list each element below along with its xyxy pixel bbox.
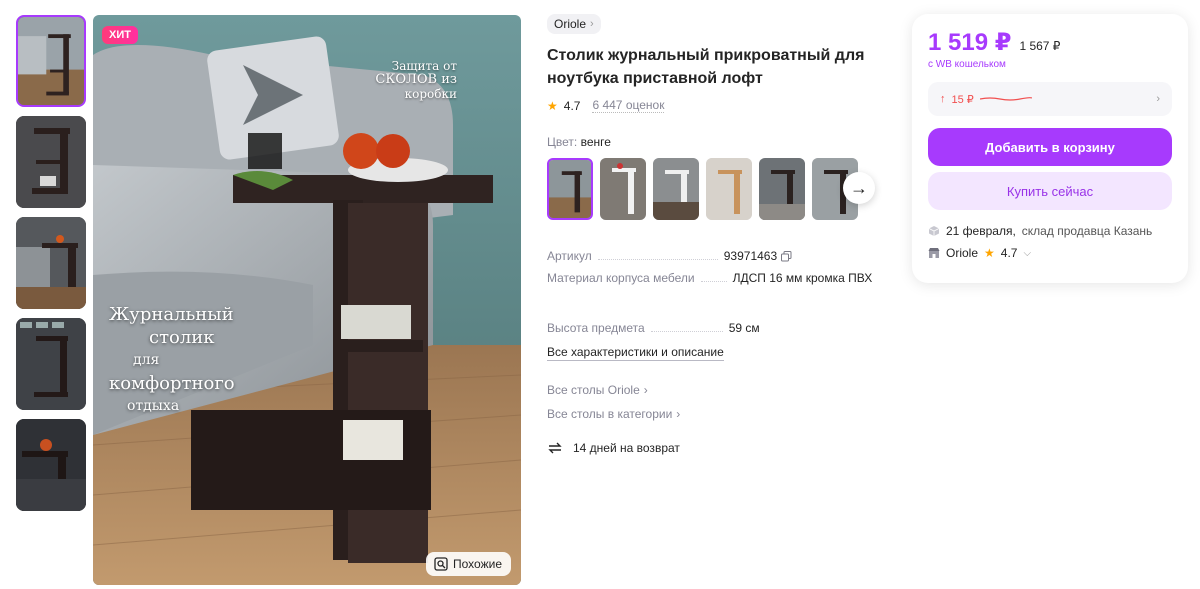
swatch-5[interactable] <box>759 158 805 220</box>
caption-line: столик <box>149 327 215 348</box>
delivery-info: 21 февраля, склад продавца Казань <box>928 224 1172 238</box>
spec-value: 93971463 <box>724 249 792 263</box>
thumbnail-list <box>16 15 87 520</box>
arrow-right-icon: → <box>850 177 868 198</box>
spec-key: Артикул <box>547 249 592 263</box>
caption-line: коробки <box>404 87 457 101</box>
similar-label: Похожие <box>453 557 502 571</box>
main-product-photo[interactable]: ХИТ Защита от СКОЛОВ из коробки Журнальн… <box>93 15 521 585</box>
all-brand-tables-link[interactable]: Все столы Oriole › <box>547 383 887 397</box>
thumbnail-1[interactable] <box>16 15 86 107</box>
rating-row: ★ 4.7 6 447 оценок <box>547 98 887 113</box>
spec-row: Материал корпуса мебели ЛДСП 16 мм кромк… <box>547 263 887 285</box>
brand-link[interactable]: Oriole › <box>547 14 601 34</box>
arrow-up-icon: ↑ <box>940 93 946 105</box>
product-title: Столик журнальный прикроватный для ноутб… <box>547 47 865 87</box>
price-row: 1 519 ₽ 1 567 ₽ <box>928 28 1172 57</box>
all-category-tables-link[interactable]: Все столы в категории › <box>547 407 887 421</box>
hit-badge: ХИТ <box>102 26 138 44</box>
color-value: венге <box>580 135 611 149</box>
all-characteristics-link[interactable]: Все характеристики и описание <box>547 345 724 361</box>
spec-leader <box>700 281 727 282</box>
all-category-tables-label: Все столы в категории <box>547 407 673 421</box>
swatch-4[interactable] <box>706 158 752 220</box>
current-price: 1 519 ₽ <box>928 29 1012 56</box>
specs-list: Артикул 93971463 Материал корпуса мебели… <box>547 241 887 335</box>
seller-rating: 4.7 <box>1000 246 1018 260</box>
buy-now-button[interactable]: Купить сейчас <box>928 172 1172 210</box>
copy-icon[interactable] <box>781 250 792 262</box>
price-change: 15 ₽ <box>951 93 974 106</box>
return-label: 14 дней на возврат <box>573 441 680 455</box>
thumbnail-4[interactable] <box>16 318 86 410</box>
add-to-cart-button[interactable]: Добавить в корзину <box>928 128 1172 166</box>
reviews-link[interactable]: 6 447 оценок <box>592 98 665 113</box>
swatch-2[interactable] <box>600 158 646 220</box>
spec-leader <box>597 259 718 260</box>
spec-row: Артикул 93971463 <box>547 241 887 263</box>
chevron-right-icon: › <box>676 407 681 421</box>
return-policy: 14 дней на возврат <box>547 441 887 455</box>
thumbnail-3[interactable] <box>16 217 86 309</box>
store-icon <box>928 248 940 258</box>
spec-key: Материал корпуса мебели <box>547 271 695 285</box>
color-swatches: → <box>547 158 887 220</box>
caption-line: для <box>133 352 160 368</box>
chevron-right-icon: › <box>643 383 648 397</box>
caption-line: СКОЛОВ из <box>375 72 457 87</box>
star-icon: ★ <box>984 246 995 260</box>
chevron-right-icon: › <box>1156 93 1160 105</box>
seller-info[interactable]: Oriole ★ 4.7 ⌵ <box>928 246 1172 260</box>
caption-line: Защита от <box>391 59 457 73</box>
swatches-next-button[interactable]: → <box>843 172 875 204</box>
delivery-warehouse: склад продавца Казань <box>1021 224 1153 238</box>
article-number: 93971463 <box>723 249 778 263</box>
return-arrows-icon <box>548 442 562 454</box>
thumbnail-2[interactable] <box>16 116 86 208</box>
color-label-key: Цвет: <box>547 135 578 149</box>
wallet-note: с WB кошельком <box>928 59 1006 70</box>
seller-name: Oriole <box>946 246 979 260</box>
chevron-right-icon: › <box>590 18 594 30</box>
old-price: 1 567 ₽ <box>1019 39 1061 53</box>
spec-leader <box>650 331 723 332</box>
swatch-3[interactable] <box>653 158 699 220</box>
caption-line: отдыха <box>127 398 180 414</box>
caption-line: комфортного <box>109 373 235 394</box>
spec-value: ЛДСП 16 мм кромка ПВХ <box>732 271 873 285</box>
spec-key: Высота предмета <box>547 321 645 335</box>
spec-value: 59 см <box>728 321 760 335</box>
photo-protect-caption: Защита от СКОЛОВ из коробки <box>347 59 457 101</box>
star-icon: ★ <box>547 98 558 113</box>
thumbnail-5[interactable] <box>16 419 86 511</box>
product-info: Oriole › Столик журнальный прикроватный … <box>547 14 887 455</box>
box-icon <box>928 226 940 236</box>
photo-title-caption: Журнальный столик для комфортного отдыха <box>109 303 259 418</box>
swatch-1[interactable] <box>547 158 593 220</box>
similar-button[interactable]: Похожие <box>426 552 511 576</box>
spec-row: Высота предмета 59 см <box>547 313 887 335</box>
delivery-date: 21 февраля, <box>946 224 1016 238</box>
price-history-button[interactable]: ↑ 15 ₽ › <box>928 82 1172 116</box>
price-card: 1 519 ₽ 1 567 ₽ с WB кошельком ↑ 15 ₽ › … <box>912 14 1188 283</box>
rating-value: 4.7 <box>563 98 581 113</box>
price-trend-sparkline <box>979 97 1032 101</box>
similar-search-icon <box>434 557 448 571</box>
caption-line: Журнальный <box>109 304 234 325</box>
all-brand-tables-label: Все столы Oriole <box>547 383 640 397</box>
chevron-down-icon: ⌵ <box>1023 247 1032 259</box>
color-label: Цвет: венге <box>547 135 887 149</box>
brand-name: Oriole <box>554 17 587 31</box>
